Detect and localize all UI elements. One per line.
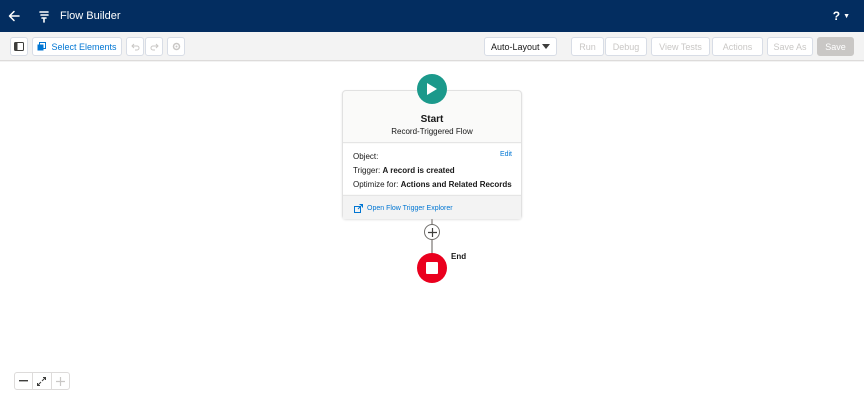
object-row: Object: — [353, 152, 378, 161]
trigger-label: Trigger: — [353, 166, 381, 175]
settings-icon — [172, 42, 180, 51]
zoom-controls — [14, 372, 70, 390]
zoom-out-icon — [19, 380, 29, 382]
select-elements-button[interactable]: Select Elements — [32, 37, 122, 56]
trigger-value: A record is created — [382, 166, 455, 175]
start-node-details: Object: Trigger: A record is created Opt… — [343, 144, 521, 194]
auto-layout-label: Auto-Layout — [491, 41, 540, 52]
undo-icon — [130, 43, 139, 50]
add-element-button[interactable] — [424, 224, 440, 240]
optimize-value: Actions and Related Records — [400, 180, 512, 189]
fit-view-button[interactable] — [33, 373, 52, 389]
start-node-card[interactable]: Start Record-Triggered Flow Object: Trig… — [342, 90, 522, 219]
explorer-link-label: Open Flow Trigger Explorer — [367, 205, 453, 212]
plus-icon — [427, 227, 437, 237]
object-label: Object: — [353, 152, 379, 161]
stop-icon — [426, 262, 438, 274]
save-button[interactable]: Save — [817, 37, 854, 56]
end-node-label: End — [451, 252, 467, 261]
start-node-icon[interactable] — [417, 74, 447, 104]
zoom-in-button[interactable] — [52, 373, 69, 389]
run-button[interactable]: Run — [571, 37, 604, 56]
select-elements-label: Select Elements — [51, 41, 117, 52]
zoom-in-icon — [55, 376, 65, 386]
trigger-explorer-row: Open Flow Trigger Explorer — [343, 195, 521, 219]
auto-layout-select[interactable]: Auto-Layout — [484, 37, 557, 56]
start-node-title: Start — [420, 114, 444, 125]
help-menu[interactable]: ? ▼ — [833, 0, 850, 32]
chevron-down-icon: ▼ — [843, 12, 850, 20]
redo-icon — [150, 43, 159, 50]
save-as-button[interactable]: Save As — [767, 37, 813, 56]
external-link-icon — [354, 204, 363, 213]
fit-view-icon — [37, 376, 47, 386]
panel-toggle-button[interactable] — [10, 37, 28, 56]
view-tests-button[interactable]: View Tests — [651, 37, 710, 56]
select-elements-icon — [37, 42, 47, 51]
play-icon — [427, 83, 437, 95]
dropdown-caret-icon — [542, 44, 550, 49]
edit-link[interactable]: Edit — [500, 151, 512, 158]
actions-button[interactable]: Actions — [712, 37, 763, 56]
panel-toggle-icon — [14, 42, 24, 51]
flow-icon — [34, 0, 54, 32]
back-arrow-icon[interactable] — [0, 0, 28, 32]
optimize-label: Optimize for: — [353, 180, 399, 189]
zoom-out-button[interactable] — [15, 373, 34, 389]
debug-button[interactable]: Debug — [605, 37, 647, 56]
undo-button[interactable] — [126, 37, 144, 56]
top-bar: Flow Builder ? ▼ — [0, 0, 864, 32]
help-icon: ? — [832, 9, 841, 23]
redo-button[interactable] — [145, 37, 163, 56]
app-title: Flow Builder — [60, 10, 121, 22]
start-node-subtitle: Record-Triggered Flow — [391, 127, 473, 136]
toolbar: Select Elements Auto-Layout Run Debug Vi… — [0, 32, 864, 61]
end-node-icon[interactable] — [417, 253, 447, 283]
trigger-row: Trigger: A record is created — [353, 166, 455, 175]
settings-button[interactable] — [167, 37, 185, 56]
open-flow-trigger-explorer-link[interactable]: Open Flow Trigger Explorer — [354, 204, 453, 213]
optimize-row: Optimize for: Actions and Related Record… — [353, 180, 512, 189]
